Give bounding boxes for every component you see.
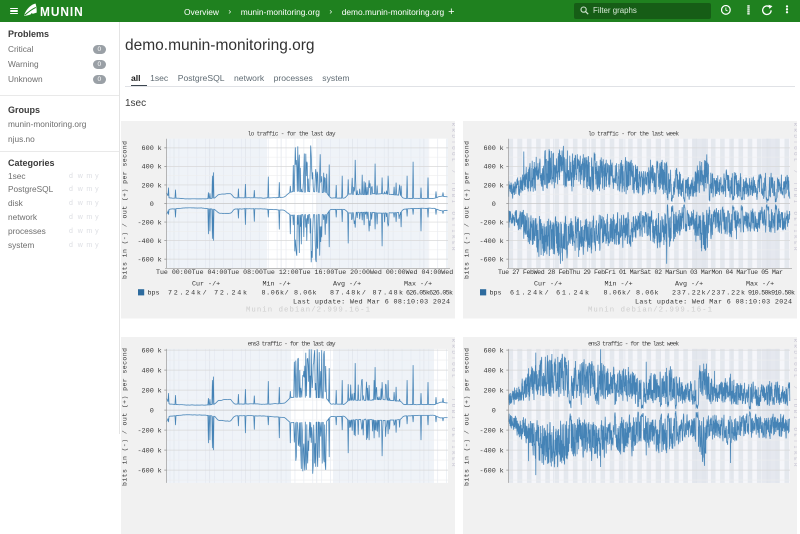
svg-text:ens3 traffic - for the last we: ens3 traffic - for the last week (588, 340, 679, 347)
svg-text:k: k (158, 367, 162, 375)
svg-text:Munin debian/2.999.16-1: Munin debian/2.999.16-1 (588, 307, 713, 315)
svg-text:Max -/+: Max -/+ (404, 281, 432, 289)
svg-text:RRDTOOL / TOBI OETIKER: RRDTOOL / TOBI OETIKER (450, 338, 455, 467)
svg-text:237.22k/237.22k: 237.22k/237.22k (672, 290, 745, 298)
svg-text:k: k (499, 347, 503, 355)
svg-text:k: k (158, 182, 162, 190)
svg-text:400: 400 (142, 164, 154, 172)
svg-text:87.48k/ 87.48k: 87.48k/ 87.48k (330, 290, 403, 298)
svg-text:k: k (158, 145, 162, 153)
svg-text:bps: bps (148, 290, 160, 298)
svg-text:Tue 00:00Tue 04:00Tue 08:00Tue: Tue 00:00Tue 04:00Tue 08:00Tue 12:00Tue … (156, 269, 455, 276)
svg-text:-400: -400 (479, 238, 495, 246)
svg-text:k: k (499, 367, 503, 375)
svg-text:ens3 traffic - for the last da: ens3 traffic - for the last day (248, 340, 336, 347)
svg-text:bits in (-) / out (+) per seco: bits in (-) / out (+) per second (122, 141, 129, 279)
svg-text:0: 0 (491, 201, 495, 209)
svg-text:k: k (499, 447, 503, 455)
svg-text:Munin debian/2.999.16-1: Munin debian/2.999.16-1 (246, 307, 371, 315)
svg-text:8.06k/ 8.06k: 8.06k/ 8.06k (603, 290, 658, 298)
svg-text:200: 200 (142, 387, 154, 395)
svg-text:61.24k/ 61.24k: 61.24k/ 61.24k (510, 290, 589, 298)
svg-text:Min -/+: Min -/+ (604, 281, 632, 289)
svg-text:k: k (158, 467, 162, 475)
svg-text:-600: -600 (137, 256, 153, 264)
svg-text:8.06k/ 8.06k: 8.06k/ 8.06k (262, 290, 317, 298)
svg-text:Cur -/+: Cur -/+ (534, 281, 562, 289)
svg-text:k: k (158, 447, 162, 455)
svg-text:Last update: Wed Mar 6 08:10:: Last update: Wed Mar 6 08:10:03 2024 (635, 299, 792, 307)
svg-text:RRDTOOL / TOBI OETIKER: RRDTOOL / TOBI OETIKER (792, 123, 797, 252)
svg-text:400: 400 (142, 367, 154, 375)
svg-text:72.24k/ 72.24k: 72.24k/ 72.24k (168, 290, 247, 298)
svg-text:-200: -200 (479, 219, 495, 227)
svg-text:k: k (499, 145, 503, 153)
svg-text:Cur -/+: Cur -/+ (192, 281, 220, 289)
svg-text:200: 200 (483, 387, 495, 395)
svg-text:k: k (158, 256, 162, 264)
svg-text:Max -/+: Max -/+ (746, 281, 774, 289)
svg-text:lo traffic - for the last week: lo traffic - for the last week (588, 131, 679, 138)
svg-text:-400: -400 (137, 447, 153, 455)
svg-text:-400: -400 (137, 238, 153, 246)
svg-text:k: k (158, 164, 162, 172)
svg-text:bits in (-) / out (+) per seco: bits in (-) / out (+) per second (122, 347, 129, 485)
svg-text:k: k (499, 387, 503, 395)
svg-text:k: k (158, 387, 162, 395)
svg-text:400: 400 (483, 367, 495, 375)
svg-text:bps: bps (489, 290, 501, 298)
svg-text:0: 0 (150, 407, 154, 415)
svg-text:k: k (499, 467, 503, 475)
svg-text:Min -/+: Min -/+ (263, 281, 291, 289)
svg-text:600: 600 (142, 347, 154, 355)
svg-text:Avg -/+: Avg -/+ (333, 281, 361, 289)
svg-text:k: k (499, 238, 503, 246)
svg-text:k: k (158, 219, 162, 227)
svg-text:Last update: Wed Mar 6 08:10:: Last update: Wed Mar 6 08:10:03 2024 (293, 299, 450, 307)
svg-text:600: 600 (483, 145, 495, 153)
svg-text:k: k (499, 219, 503, 227)
svg-text:910.50k910.50k: 910.50k910.50k (748, 290, 795, 298)
svg-text:lo traffic - for the last day: lo traffic - for the last day (248, 131, 336, 138)
svg-text:-200: -200 (137, 219, 153, 227)
svg-text:k: k (499, 164, 503, 172)
svg-text:200: 200 (142, 182, 154, 190)
svg-text:400: 400 (483, 164, 495, 172)
svg-text:600: 600 (483, 347, 495, 355)
svg-text:-400: -400 (479, 447, 495, 455)
svg-text:bits in (-) / out (+) per seco: bits in (-) / out (+) per second (463, 141, 470, 279)
svg-text:k: k (499, 256, 503, 264)
svg-text:0: 0 (491, 407, 495, 415)
svg-text:0: 0 (150, 201, 154, 209)
svg-text:k: k (499, 182, 503, 190)
svg-text:k: k (158, 238, 162, 246)
svg-text:-600: -600 (479, 256, 495, 264)
svg-text:RRDTOOL / TOBI OETIKER: RRDTOOL / TOBI OETIKER (792, 338, 797, 467)
svg-text:600: 600 (142, 145, 154, 153)
svg-text:bits in (-) / out (+) per seco: bits in (-) / out (+) per second (463, 347, 470, 485)
svg-text:Tue 27 FebWed 28 FebThu 29 Feb: Tue 27 FebWed 28 FebThu 29 FebFri 01 Mar… (498, 269, 783, 276)
svg-text:RRDTOOL / TOBI OETIKER: RRDTOOL / TOBI OETIKER (450, 123, 455, 252)
svg-text:Avg -/+: Avg -/+ (675, 281, 703, 289)
svg-text:626.05k626.05k: 626.05k626.05k (406, 290, 453, 298)
svg-text:200: 200 (483, 182, 495, 190)
svg-text:-600: -600 (137, 467, 153, 475)
svg-text:k: k (158, 347, 162, 355)
svg-text:-600: -600 (479, 467, 495, 475)
